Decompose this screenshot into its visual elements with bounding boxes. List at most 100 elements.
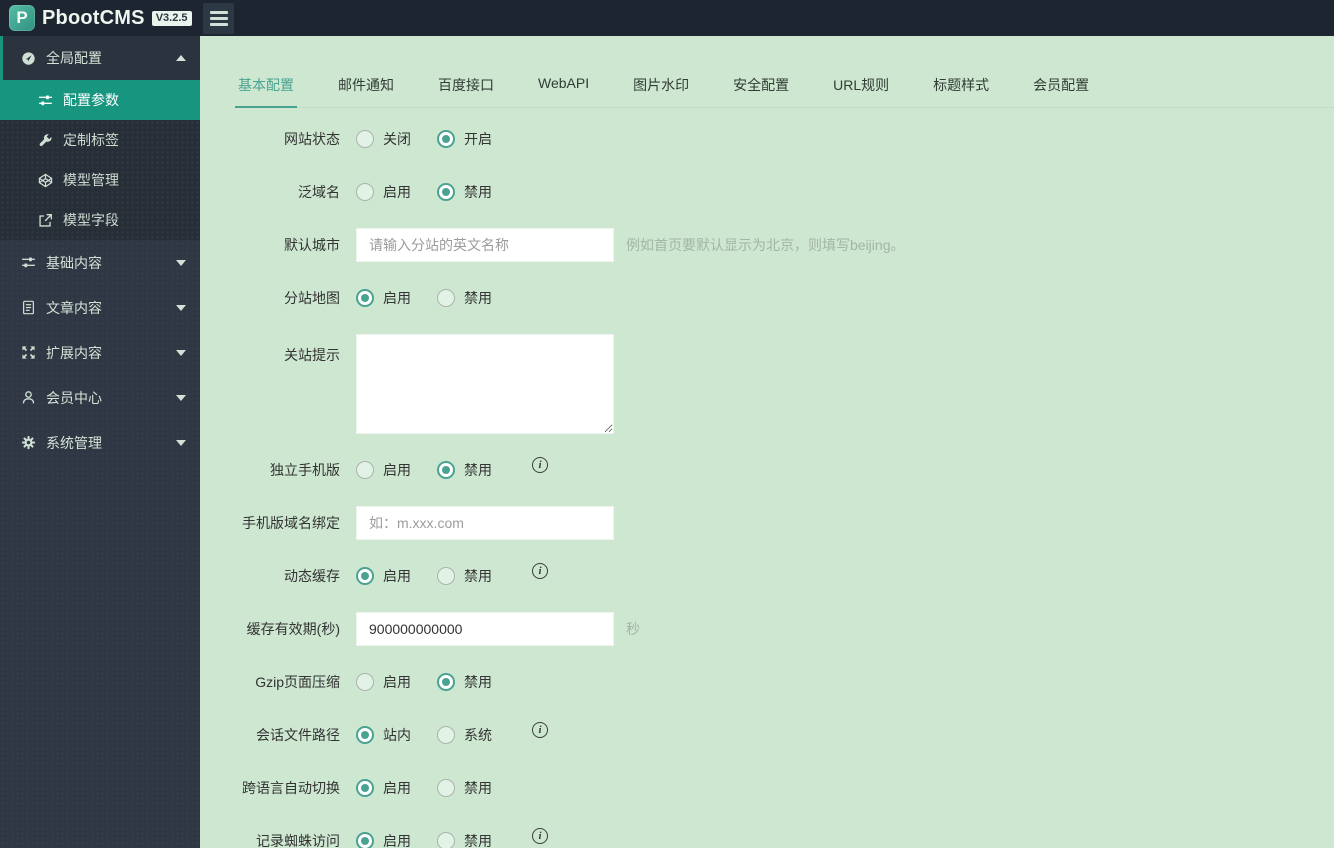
sidebar-item-system-manage[interactable]: 系统管理	[0, 420, 200, 465]
radio-disable[interactable]: 禁用	[437, 778, 492, 798]
radio-site-open[interactable]: 开启	[437, 129, 492, 149]
radio-circle	[437, 289, 455, 307]
version-badge: V3.2.5	[151, 10, 192, 26]
config-tabs: 基本配置 邮件通知 百度接口 WebAPI 图片水印 安全配置 URL规则 标题…	[235, 36, 1334, 108]
tab-title-style[interactable]: 标题样式	[930, 75, 992, 107]
menu-toggle-button[interactable]	[203, 2, 234, 34]
sidebar-item-member-center[interactable]: 会员中心	[0, 375, 200, 420]
radio-circle	[437, 779, 455, 797]
radio-disable[interactable]: 禁用	[437, 288, 492, 308]
sidebar-item-label: 系统管理	[46, 434, 102, 451]
radio-label: 关闭	[383, 131, 411, 147]
sidebar-item-model-manage[interactable]: 模型管理	[0, 160, 200, 200]
info-icon[interactable]	[532, 722, 548, 738]
tab-basic-config[interactable]: 基本配置	[235, 75, 297, 108]
user-icon	[21, 390, 36, 405]
sidebar-item-label: 全局配置	[46, 50, 102, 66]
radio-circle	[356, 289, 374, 307]
sidebar-item-label: 基础内容	[46, 254, 102, 271]
radio-enable[interactable]: 启用	[356, 831, 411, 848]
sidebar-item-label: 模型管理	[63, 172, 119, 188]
close-site-tip-textarea[interactable]	[356, 334, 614, 434]
sliders-icon	[38, 93, 53, 108]
radio-circle	[437, 673, 455, 691]
radio-disable[interactable]: 禁用	[437, 460, 492, 480]
external-link-icon	[38, 213, 53, 228]
form-row-session-path: 会话文件路径 站内 系统	[235, 718, 1334, 752]
radio-circle	[437, 461, 455, 479]
expand-arrows-icon	[21, 345, 36, 360]
field-label: 默认城市	[284, 237, 340, 253]
tab-member-config[interactable]: 会员配置	[1030, 75, 1092, 107]
info-icon[interactable]	[532, 457, 548, 473]
caret-down-icon	[176, 394, 186, 401]
radio-site-close[interactable]: 关闭	[356, 129, 411, 149]
sidebar-item-model-fields[interactable]: 模型字段	[0, 200, 200, 240]
field-label: 网站状态	[284, 131, 340, 147]
radio-enable[interactable]: 启用	[356, 288, 411, 308]
tab-mail-notice[interactable]: 邮件通知	[335, 75, 397, 107]
radio-disable[interactable]: 禁用	[437, 672, 492, 692]
sidebar-item-global-config[interactable]: 全局配置	[0, 36, 200, 80]
form-row-dynamic-cache: 动态缓存 启用 禁用	[235, 559, 1334, 593]
field-label: 泛域名	[298, 184, 340, 200]
radio-circle	[356, 779, 374, 797]
field-label: 会话文件路径	[256, 727, 340, 743]
radio-circle	[437, 183, 455, 201]
radio-enable[interactable]: 启用	[356, 672, 411, 692]
info-icon[interactable]	[532, 563, 548, 579]
sidebar-item-extend-content[interactable]: 扩展内容	[0, 330, 200, 375]
form-row-gzip-compression: Gzip页面压缩 启用 禁用	[235, 665, 1334, 699]
radio-circle	[356, 567, 374, 585]
radio-label: 启用	[383, 674, 411, 690]
form-row-spider-log: 记录蜘蛛访问 启用 禁用	[235, 824, 1334, 848]
tab-image-watermark[interactable]: 图片水印	[630, 75, 692, 107]
radio-enable[interactable]: 启用	[356, 182, 411, 202]
caret-down-icon	[176, 439, 186, 446]
radio-disable[interactable]: 禁用	[437, 831, 492, 848]
field-label: 动态缓存	[284, 568, 340, 584]
radio-disable[interactable]: 禁用	[437, 566, 492, 586]
tab-url-rules[interactable]: URL规则	[830, 75, 892, 107]
mobile-domain-input[interactable]	[356, 506, 614, 540]
sidebar-item-basic-content[interactable]: 基础内容	[0, 240, 200, 285]
sidebar: 全局配置 配置参数 定制标签 模型管理 模型字段 基础内容 文章内容 扩展内容 …	[0, 36, 200, 848]
info-icon[interactable]	[532, 828, 548, 844]
radio-circle	[437, 130, 455, 148]
sidebar-item-config-params[interactable]: 配置参数	[0, 80, 200, 120]
globe-icon	[21, 51, 36, 66]
radio-circle	[356, 673, 374, 691]
form-row-subsite-map: 分站地图 启用 禁用	[235, 281, 1334, 315]
sidebar-item-article-content[interactable]: 文章内容	[0, 285, 200, 330]
radio-disable[interactable]: 禁用	[437, 182, 492, 202]
wrench-icon	[38, 133, 53, 148]
default-city-input[interactable]	[356, 228, 614, 262]
radio-system[interactable]: 系统	[437, 725, 492, 745]
gear-icon	[21, 435, 36, 450]
basic-config-form: 网站状态 关闭 开启 泛域名 启用 禁用 默认城市 请输入分站的英文名称 例如首…	[235, 122, 1334, 848]
radio-enable[interactable]: 启用	[356, 460, 411, 480]
global-config-submenu: 配置参数 定制标签 模型管理 模型字段	[0, 80, 200, 240]
field-label: 分站地图	[284, 290, 340, 306]
radio-label: 禁用	[464, 184, 492, 200]
cache-expiry-input[interactable]	[356, 612, 614, 646]
radio-in-site[interactable]: 站内	[356, 725, 411, 745]
sidebar-item-custom-tags[interactable]: 定制标签	[0, 120, 200, 160]
field-label: 独立手机版	[270, 462, 340, 478]
tab-security-config[interactable]: 安全配置	[730, 75, 792, 107]
caret-up-icon	[176, 55, 186, 61]
form-row-default-city: 默认城市 例如首页要默认显示为北京，则填写beijing。	[235, 228, 1334, 262]
tab-webapi[interactable]: WebAPI	[535, 75, 592, 107]
radio-label: 站内	[383, 727, 411, 743]
tab-baidu-api[interactable]: 百度接口	[435, 75, 497, 107]
sidebar-item-label: 扩展内容	[46, 344, 102, 361]
radio-enable[interactable]: 启用	[356, 778, 411, 798]
radio-enable[interactable]: 启用	[356, 566, 411, 586]
brand-title: PbootCMS	[42, 6, 145, 29]
radio-label: 禁用	[464, 290, 492, 306]
radio-circle	[356, 461, 374, 479]
field-label: 记录蜘蛛访问	[256, 833, 340, 848]
sidebar-item-label: 配置参数	[63, 92, 119, 108]
radio-label: 启用	[383, 462, 411, 478]
codepen-icon	[38, 173, 53, 188]
